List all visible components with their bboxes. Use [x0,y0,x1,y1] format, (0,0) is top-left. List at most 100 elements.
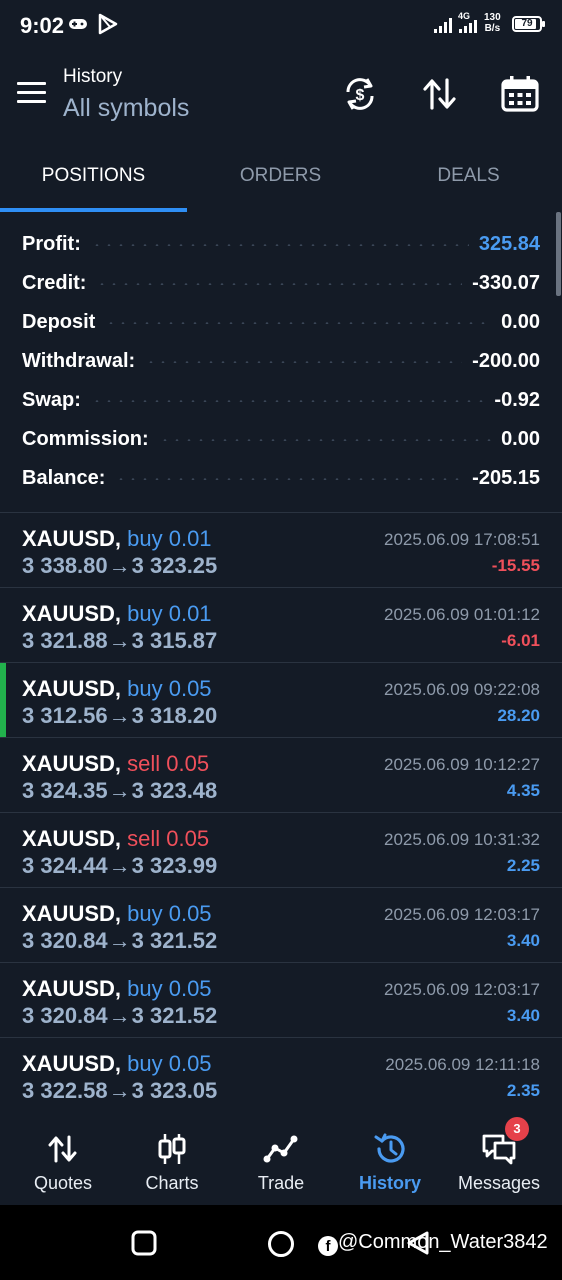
unread-badge: 3 [505,1117,529,1141]
battery-icon: 79 [512,16,545,32]
summary-label: Deposit [22,311,96,333]
deal-row[interactable]: XAUUSD, buy 0.01 3 338.80→3 323.25 2025.… [0,513,562,588]
deal-close-price: 3 323.48 [131,778,218,803]
deal-row[interactable]: XAUUSD, buy 0.05 3 320.84→3 321.52 2025.… [0,888,562,963]
deal-symbol: XAUUSD, [22,1051,122,1076]
deal-profit: 3.40 [506,931,540,950]
net-speed: 130 B/s [484,12,501,34]
deal-open-price: 3 322.58 [22,1078,108,1103]
deal-open-price: 3 338.80 [22,553,108,578]
deal-close-price: 3 321.52 [131,1003,218,1028]
status-time: 9:02 [20,13,65,38]
deal-row[interactable]: XAUUSD, buy 0.05 3 322.58→3 323.05 2025.… [0,1038,562,1113]
deal-symbol: XAUUSD, [22,976,122,1001]
deal-symbol: XAUUSD, [22,826,122,851]
nav-history[interactable]: History [334,1113,446,1205]
deal-close-price: 3 323.25 [131,553,218,578]
play-store-icon [98,13,118,35]
tab-positions[interactable]: POSITIONS [0,144,187,212]
nav-label: Quotes [33,1173,93,1193]
summary-value: -330.07 [472,272,540,294]
deal-open-price: 3 324.35 [22,778,108,803]
deal-open-price: 3 320.84 [22,928,108,953]
recents-square-icon[interactable] [131,1230,157,1256]
status-bar: 9:02 4G 130 B/s 79 [0,0,562,52]
summary-value: -0.92 [494,389,540,411]
summary-label: Swap: [22,389,81,411]
deal-row[interactable]: XAUUSD, sell 0.05 3 324.35→3 323.48 2025… [0,738,562,813]
arrow-icon: → [108,778,131,803]
candlestick-icon [158,1134,186,1164]
sort-arrows-icon[interactable] [420,74,460,114]
summary-row-swap: Swap: -0.92 [22,381,540,420]
summary-value: 0.00 [501,311,540,333]
deal-side: buy 0.05 [127,676,212,701]
nav-charts[interactable]: Charts [116,1113,228,1205]
deal-open-price: 3 321.88 [22,628,108,653]
arrow-icon: → [108,1003,131,1028]
home-circle-icon[interactable] [267,1230,295,1258]
summary-label: Commission: [22,428,149,450]
bottom-nav: Quotes Charts Trade History 3 Messages [0,1113,562,1205]
currency-refresh-icon[interactable]: $ [340,74,380,114]
summary-value: 0.00 [501,428,540,450]
deal-side: sell 0.05 [127,826,210,851]
summary-value: -205.15 [472,467,540,489]
deal-time: 2025.06.09 17:08:51 [384,530,540,549]
deal-side: buy 0.05 [127,901,212,926]
arrow-icon: → [108,928,131,953]
summary-label: Credit: [22,272,87,294]
signal-2-icon [459,20,477,33]
deal-row[interactable]: XAUUSD, buy 0.05 3 320.84→3 321.52 2025.… [0,963,562,1038]
nav-trade[interactable]: Trade [225,1113,337,1205]
arrow-icon: → [108,703,131,728]
arrow-icon: → [108,1078,131,1103]
deal-close-price: 3 315.87 [131,628,218,653]
nav-quotes[interactable]: Quotes [7,1113,119,1205]
deal-row[interactable]: XAUUSD, sell 0.05 3 324.44→3 323.99 2025… [0,813,562,888]
tab-deals[interactable]: DEALS [375,144,562,212]
nav-label: Messages [457,1173,541,1193]
deal-time: 2025.06.09 10:31:32 [384,830,540,849]
summary-label: Balance: [22,467,106,489]
deal-profit: 4.35 [506,781,540,800]
system-nav-bar: f @Common_Water3842 [0,1205,562,1280]
arrow-icon: → [108,553,131,578]
deal-close-price: 3 318.20 [131,703,218,728]
deal-row[interactable]: XAUUSD, buy 0.01 3 321.88→3 315.87 2025.… [0,588,562,663]
deal-profit: 28.20 [497,706,540,725]
deal-time: 2025.06.09 09:22:08 [384,680,540,699]
calendar-icon[interactable] [500,74,540,114]
battery-level: 79 [521,18,533,29]
quotes-arrows-icon [48,1135,77,1163]
symbol-filter[interactable]: All symbols [63,94,189,123]
deal-symbol: XAUUSD, [22,901,122,926]
deal-open-price: 3 324.44 [22,853,108,878]
menu-icon[interactable] [17,82,46,104]
nav-label: Trade [257,1173,305,1193]
deal-open-price: 3 320.84 [22,1003,108,1028]
deal-side: buy 0.01 [127,526,212,551]
nav-label: History [358,1173,421,1193]
deal-time: 2025.06.09 01:01:12 [384,605,540,624]
summary-row-profit: Profit: 325.84 [22,225,540,264]
deal-close-price: 3 323.05 [131,1078,218,1103]
scrollbar[interactable] [556,212,561,296]
nav-messages[interactable]: 3 Messages [443,1113,555,1205]
facebook-icon: f [318,1236,338,1256]
summary-label: Withdrawal: [22,350,136,372]
tab-orders[interactable]: ORDERS [187,144,374,212]
arrow-icon: → [108,628,131,653]
summary-value: -200.00 [472,350,540,372]
summary-label: Profit: [22,233,81,255]
history-clock-icon [374,1133,405,1163]
deal-time: 2025.06.09 10:12:27 [384,755,540,774]
active-tab-indicator [0,208,187,212]
deal-close-price: 3 323.99 [131,853,218,878]
summary-row-commission: Commission: 0.00 [22,420,540,459]
deal-profit: 3.40 [506,1006,540,1025]
deal-time: 2025.06.09 12:03:17 [384,905,540,924]
deal-side: buy 0.05 [127,976,212,1001]
deal-row[interactable]: XAUUSD, buy 0.05 3 312.56→3 318.20 2025.… [0,663,562,738]
nav-label: Charts [145,1173,199,1193]
